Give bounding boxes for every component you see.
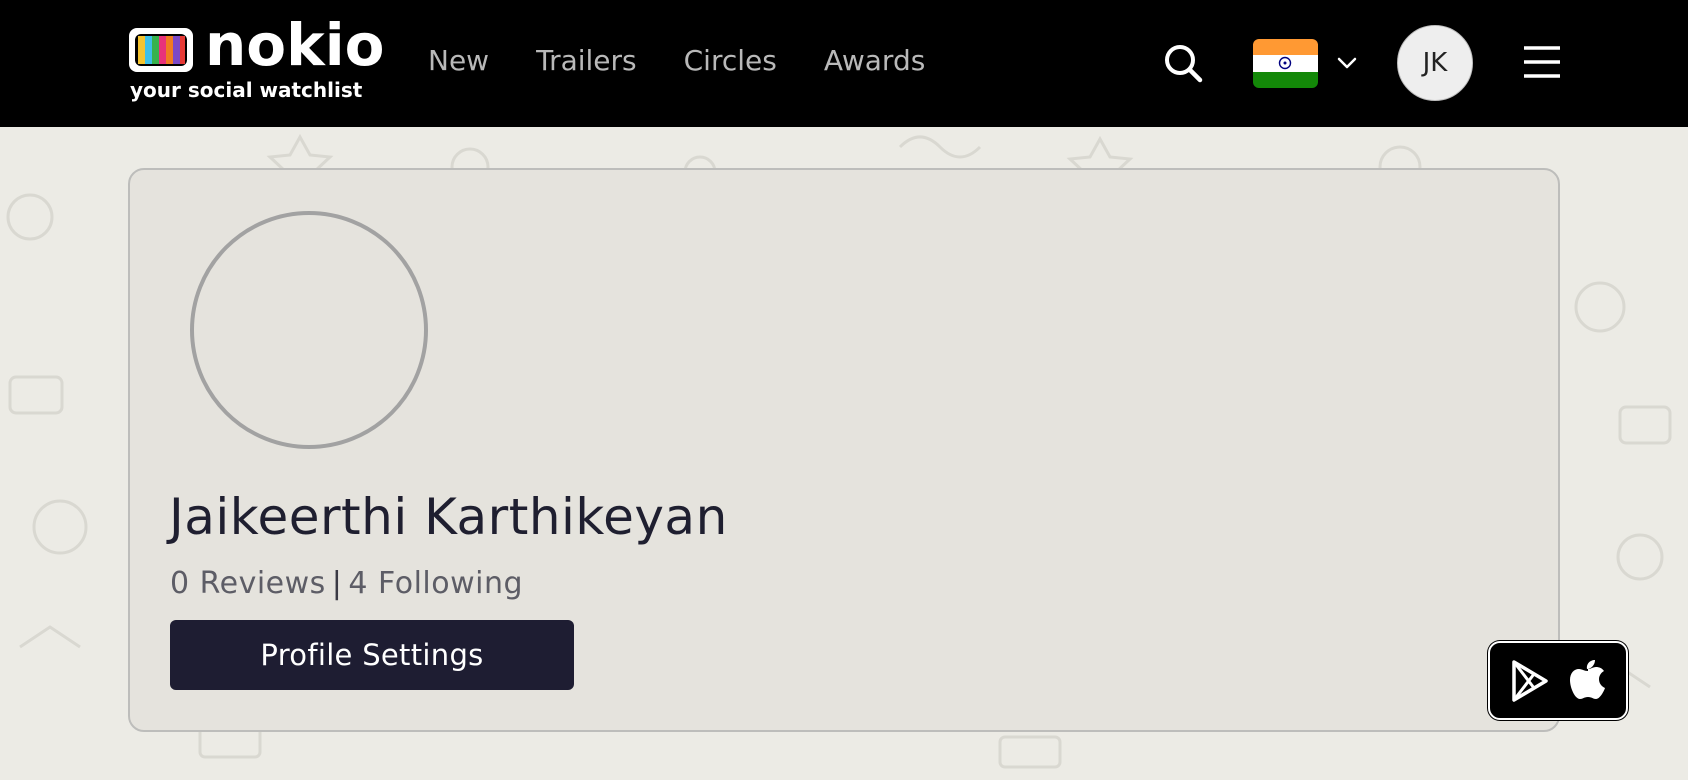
nav-trailers[interactable]: Trailers [536,44,637,77]
reviews-count[interactable]: 0 Reviews [170,566,326,601]
main-nav: New Trailers Circles Awards [428,44,972,77]
user-avatar-button[interactable]: JK [1397,25,1473,101]
logo-wordmark: nokio [205,11,385,79]
profile-avatar[interactable] [190,211,428,449]
stats-divider: | [331,566,343,601]
india-flag-icon[interactable] [1253,39,1318,88]
tv-logo-icon [129,28,193,72]
ashoka-chakra-icon [1278,57,1292,70]
hamburger-menu-icon[interactable] [1524,45,1560,79]
chevron-down-icon[interactable] [1336,55,1358,71]
search-icon[interactable] [1163,43,1203,83]
top-navbar: nokio your social watchlist New Trailers… [0,0,1688,127]
profile-stats: 0 Reviews | 4 Following [170,566,523,601]
logo-tagline: your social watchlist [130,78,363,102]
nav-new[interactable]: New [428,44,489,77]
nav-awards[interactable]: Awards [824,44,925,77]
apple-icon [1570,660,1605,699]
nav-circles[interactable]: Circles [684,44,777,77]
app-download-badge[interactable] [1488,641,1628,720]
profile-settings-button[interactable]: Profile Settings [170,620,574,690]
google-play-icon [1512,660,1548,702]
nokio-logo[interactable]: nokio your social watchlist [127,16,384,104]
following-count[interactable]: 4 Following [348,566,523,601]
profile-name: Jaikeerthi Karthikeyan [169,488,728,546]
